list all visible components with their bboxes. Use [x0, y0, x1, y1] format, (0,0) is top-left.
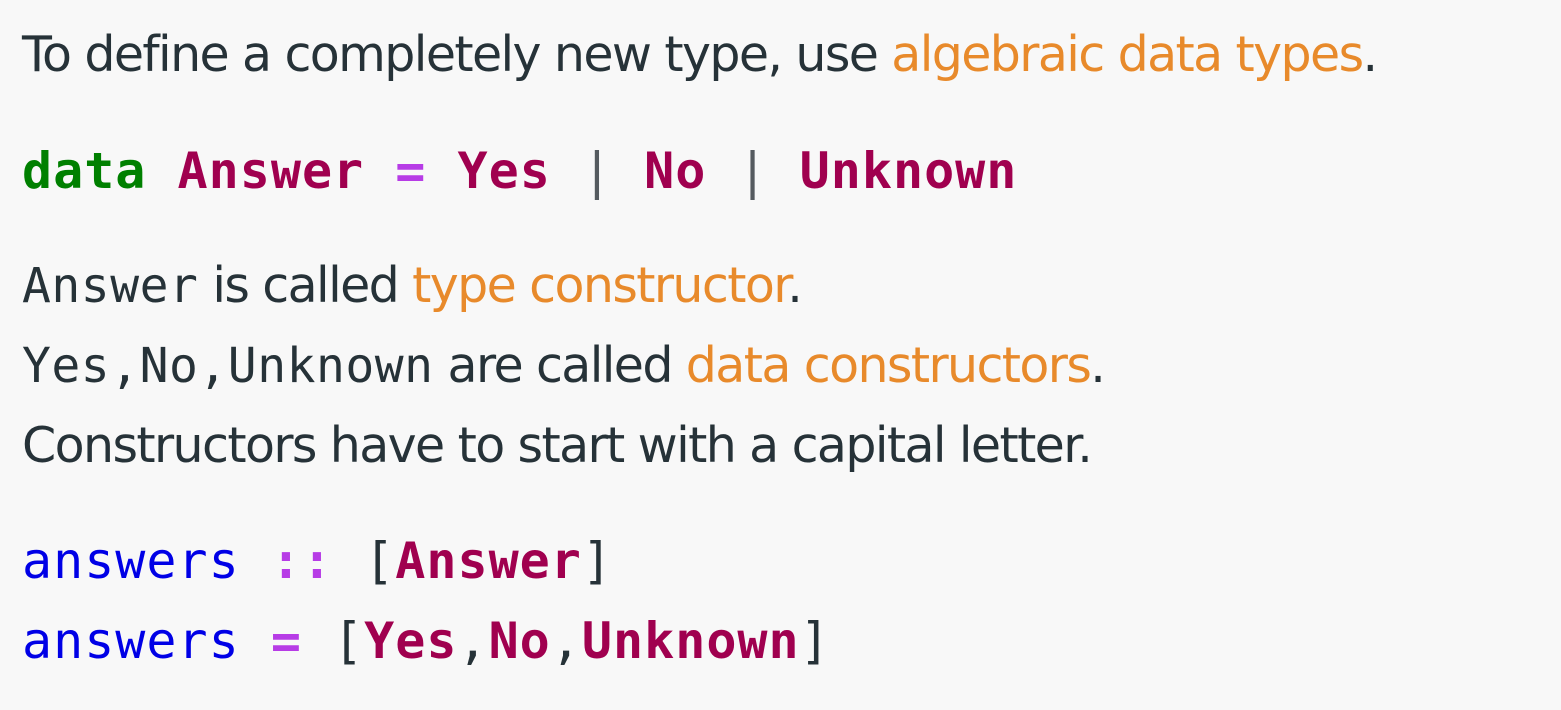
comma: , [550, 612, 582, 670]
data-constructors-link[interactable]: data constructors [686, 337, 1092, 394]
inline-code-answer: Answer [22, 258, 199, 314]
capital-letter-note: Constructors have to start with a capita… [22, 421, 1093, 470]
type-constructor-link[interactable]: type constructor [412, 257, 789, 314]
constructor-unknown: Unknown [581, 612, 800, 670]
intro-text: To define a completely new type, use [22, 26, 892, 83]
intro-paragraph: To define a completely new type, use alg… [22, 30, 1378, 79]
close-bracket: ] [799, 612, 831, 670]
type-annotation-operator: :: [270, 532, 334, 590]
explain-text: are called [433, 337, 686, 394]
constructor-no: No [644, 142, 707, 200]
constructor-yes: Yes [364, 612, 458, 670]
open-bracket: [ [333, 612, 365, 670]
inline-code-constructors: Yes,No,Unknown [22, 338, 434, 394]
constructor-no: No [488, 612, 551, 670]
close-bracket: ] [581, 532, 613, 590]
capital-letter-text: Constructors have to start with a capita… [22, 417, 1093, 474]
function-name: answers [22, 532, 240, 590]
equals-operator: = [270, 612, 302, 670]
function-name: answers [22, 612, 240, 670]
intro-period: . [1362, 26, 1379, 83]
algebraic-data-types-link[interactable]: algebraic data types [891, 26, 1364, 83]
type-name: Answer [395, 532, 582, 590]
explain-period: . [1090, 337, 1106, 394]
data-declaration-code: data Answer = Yes | No | Unknown [22, 146, 1017, 196]
comma: , [457, 612, 489, 670]
open-bracket: [ [364, 532, 396, 590]
pipe-separator: | [581, 142, 614, 200]
type-signature-code: answers :: [Answer] [22, 536, 613, 586]
keyword-data: data [22, 142, 147, 200]
constructor-unknown: Unknown [799, 142, 1018, 200]
definition-code: answers = [Yes,No,Unknown] [22, 616, 831, 666]
pipe-separator: | [737, 142, 769, 200]
type-constructor-line: Answer is called type constructor. [22, 261, 803, 310]
explain-text: is called [198, 257, 413, 314]
data-constructors-line: Yes,No,Unknown are called data construct… [22, 341, 1106, 390]
explain-period: . [787, 257, 803, 314]
constructor-yes: Yes [457, 142, 551, 200]
equals-operator: = [395, 142, 427, 200]
type-name: Answer [177, 142, 365, 200]
slide: To define a completely new type, use alg… [0, 0, 1561, 710]
